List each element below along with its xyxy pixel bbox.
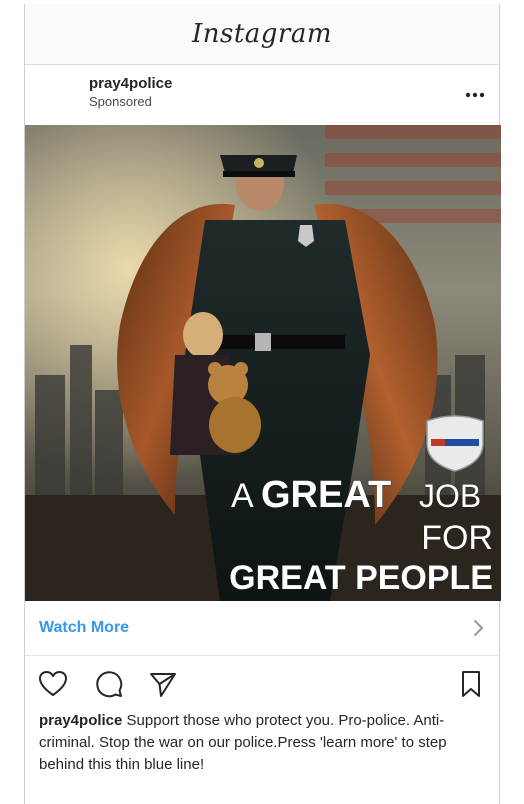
post-frame: Instagram pray4police Sponsored A GREAT … [24,4,501,804]
image-text-for: FOR [421,519,493,557]
image-text-great: GREAT [261,474,391,516]
heart-icon[interactable] [37,668,69,700]
comment-icon[interactable] [93,668,125,700]
post-artwork: A GREAT JOB FOR GREAT PEOPLE [25,125,501,601]
more-options-icon[interactable] [463,87,487,103]
instagram-logo: Instagram [191,19,333,49]
sponsored-label: Sponsored [89,94,152,109]
image-text-job: JOB [419,478,481,514]
post-caption: pray4police Support those who protect yo… [25,710,499,776]
watch-more-button[interactable]: Watch More [25,601,499,656]
image-text-great-people: GREAT PEOPLE [229,559,493,597]
watch-more-label: Watch More [39,619,130,636]
app-header: Instagram [25,4,499,65]
post-header: pray4police Sponsored [25,65,499,125]
post-image[interactable]: A GREAT JOB FOR GREAT PEOPLE [25,125,501,601]
send-icon[interactable] [147,668,179,700]
image-text-a: A [231,477,254,515]
post-username[interactable]: pray4police [89,75,172,92]
post-actions [25,656,499,710]
bookmark-icon[interactable] [455,668,487,700]
caption-username[interactable]: pray4police [39,712,122,729]
post-author: pray4police Sponsored [89,75,172,109]
chevron-right-icon [474,620,483,636]
